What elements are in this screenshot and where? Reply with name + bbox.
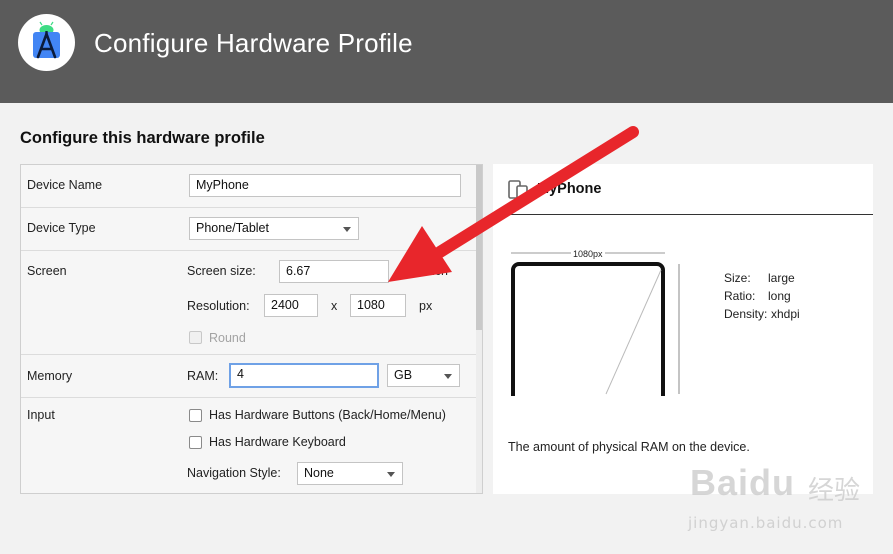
ram-label: RAM: xyxy=(187,369,219,383)
field-description: The amount of physical RAM on the device… xyxy=(508,440,750,454)
screen-label: Screen xyxy=(27,264,67,278)
spec-ratio-value: long xyxy=(768,289,791,303)
watermark-brand-cn: 经验 xyxy=(808,476,861,506)
resolution-unit: px xyxy=(419,299,433,313)
hardware-keyboard-label: Has Hardware Keyboard xyxy=(209,435,346,449)
preview-divider xyxy=(493,214,873,215)
memory-label: Memory xyxy=(27,369,73,383)
resolution-x-label: x xyxy=(331,299,338,313)
row-divider xyxy=(21,207,477,208)
spec-density-value: xhdpi xyxy=(771,307,800,321)
chevron-down-icon xyxy=(343,227,351,232)
navigation-style-label: Navigation Style: xyxy=(187,466,281,480)
screen-size-input[interactable]: 6.67 xyxy=(279,260,389,283)
row-divider xyxy=(21,397,477,398)
preview-device-name: MyPhone xyxy=(537,181,602,197)
device-type-select[interactable]: Phone/Tablet xyxy=(189,217,359,240)
screen-size-unit: inch xyxy=(425,264,448,278)
watermark-brand: Baidu xyxy=(690,462,796,503)
screen-size-label: Screen size: xyxy=(187,264,256,278)
device-outline-diagram xyxy=(511,252,680,396)
hardware-buttons-label: Has Hardware Buttons (Back/Home/Menu) xyxy=(209,408,446,422)
spec-size-value: large xyxy=(768,271,795,285)
navigation-style-select[interactable]: None xyxy=(297,462,403,485)
section-title: Configure this hardware profile xyxy=(20,129,265,147)
round-label: Round xyxy=(209,331,246,345)
device-type-value: Phone/Tablet xyxy=(196,221,269,235)
preview-width-label: 1080px xyxy=(571,249,605,259)
resolution-width-input[interactable]: 2400 xyxy=(264,294,318,317)
hardware-keyboard-checkbox[interactable] xyxy=(189,436,202,449)
window-title: Configure Hardware Profile xyxy=(94,28,413,58)
hardware-buttons-checkbox[interactable] xyxy=(189,409,202,422)
spec-ratio-label: Ratio: xyxy=(724,289,756,303)
device-preview-panel: MyPhone 1080px Size: large Ratio: long D… xyxy=(493,164,873,494)
ram-unit-value: GB xyxy=(394,368,413,382)
scrollbar-thumb[interactable] xyxy=(476,165,482,330)
spec-density-label: Density: xyxy=(724,307,768,321)
device-type-label: Device Type xyxy=(27,221,96,235)
title-bar: Configure Hardware Profile xyxy=(0,0,893,103)
ram-unit-select[interactable]: GB xyxy=(387,364,460,387)
watermark-url: jingyan.baidu.com xyxy=(688,514,844,532)
navigation-style-value: None xyxy=(304,466,334,480)
chevron-down-icon xyxy=(444,374,452,379)
ram-input[interactable]: 4 xyxy=(229,363,379,388)
android-studio-logo-icon xyxy=(18,14,75,71)
row-divider xyxy=(21,250,477,251)
device-name-input[interactable]: MyPhone xyxy=(189,174,461,197)
hardware-form-panel: Device Name MyPhone Device Type Phone/Ta… xyxy=(20,164,483,494)
device-name-label: Device Name xyxy=(27,178,103,192)
spec-size-label: Size: xyxy=(724,271,751,285)
chevron-down-icon xyxy=(387,472,395,477)
device-preview-icon xyxy=(508,180,528,200)
input-label: Input xyxy=(27,408,55,422)
resolution-height-input[interactable]: 1080 xyxy=(350,294,406,317)
baidu-watermark: Baidu 经验 jingyan.baidu.com xyxy=(688,462,888,542)
row-divider xyxy=(21,354,477,355)
round-checkbox[interactable] xyxy=(189,331,202,344)
resolution-label: Resolution: xyxy=(187,299,250,313)
